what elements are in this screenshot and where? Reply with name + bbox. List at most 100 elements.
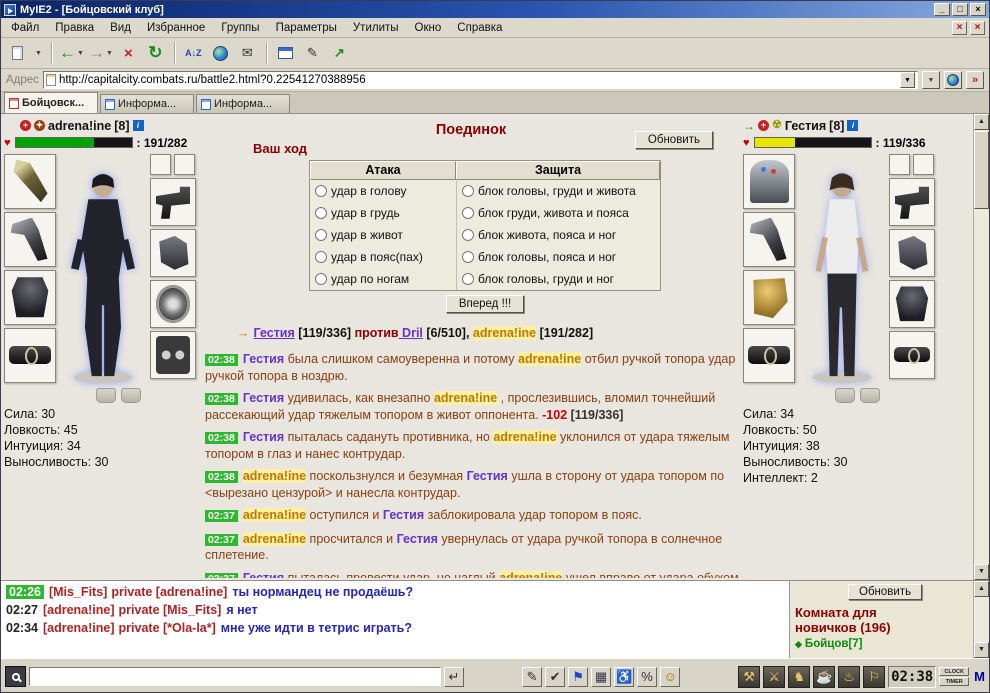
player-link[interactable]: Гестия: [243, 430, 284, 444]
confirm-button[interactable]: ✔: [545, 667, 565, 687]
chat-private[interactable]: private [Mis_Fits]: [119, 603, 222, 617]
flag2-button[interactable]: ⚐: [863, 666, 885, 688]
tab-1[interactable]: Бойцовск...: [4, 92, 98, 113]
player-link[interactable]: adrena!ine: [499, 571, 562, 579]
player-link[interactable]: adrena!ine: [243, 469, 306, 483]
sidebar-scrollbar[interactable]: ▲ ▼: [973, 581, 989, 658]
gauntlet-slot[interactable]: [150, 229, 196, 277]
defense-radio[interactable]: [462, 207, 474, 219]
attack-radio[interactable]: [315, 273, 327, 285]
attack-option[interactable]: удар по ногам: [310, 268, 456, 290]
attack-option[interactable]: удар в живот: [310, 224, 456, 246]
player-link[interactable]: adrena!ine: [518, 352, 581, 366]
address-dropdown[interactable]: ▼: [900, 72, 915, 88]
info-icon[interactable]: i: [133, 120, 144, 131]
player-link[interactable]: adrena!ine: [243, 532, 306, 546]
send-button[interactable]: ↵: [444, 667, 464, 687]
attack-option[interactable]: удар в пояс(пах): [310, 246, 456, 268]
sidebar-scroll-down-button[interactable]: ▼: [974, 642, 989, 658]
player-link[interactable]: adrena!ine: [473, 326, 536, 340]
gold-slot[interactable]: [743, 270, 795, 325]
menu-item[interactable]: Параметры: [268, 20, 345, 36]
player-link[interactable]: Гестия: [397, 532, 438, 546]
player-link[interactable]: adrena!ine: [434, 391, 497, 405]
close-button[interactable]: ×: [970, 3, 986, 16]
flag-button[interactable]: ⚑: [568, 667, 588, 687]
window-list-button[interactable]: [273, 41, 298, 66]
defense-radio[interactable]: [462, 229, 474, 241]
chat-from[interactable]: [adrena!ine]: [43, 603, 115, 617]
gun-slot[interactable]: [150, 178, 196, 226]
minimize-button[interactable]: _: [934, 3, 950, 16]
springs-button[interactable]: ♨: [838, 666, 860, 688]
defense-radio[interactable]: [462, 185, 474, 197]
scroll-up-button[interactable]: ▲: [974, 114, 989, 130]
armor-slot[interactable]: [4, 270, 56, 325]
axe-slot[interactable]: [4, 212, 56, 267]
compose-button[interactable]: ✎: [300, 41, 325, 66]
robot-slot[interactable]: [743, 154, 795, 209]
tab-3[interactable]: Информа...: [196, 94, 290, 113]
timer-button[interactable]: TIMER: [939, 677, 969, 686]
forward-button[interactable]: →▼: [87, 41, 114, 66]
refresh-chat-button[interactable]: Обновить: [848, 584, 922, 600]
player-link[interactable]: Гестия: [467, 469, 508, 483]
edit-message-button[interactable]: ✎: [522, 667, 542, 687]
smiley-button[interactable]: ☺: [660, 667, 680, 687]
tiny-slot[interactable]: [150, 154, 171, 175]
menu-item[interactable]: Утилиты: [345, 20, 407, 36]
right-player-name[interactable]: Гестия: [785, 119, 826, 133]
rings-slot[interactable]: [150, 331, 196, 379]
player-link[interactable]: adrena!ine: [493, 430, 556, 444]
defense-option[interactable]: блок головы, груди и ног: [456, 268, 660, 290]
defense-radio[interactable]: [462, 251, 474, 263]
attack-option[interactable]: удар в грудь: [310, 202, 456, 224]
gun-slot[interactable]: [889, 178, 935, 226]
new-page-button[interactable]: [5, 41, 30, 66]
refresh-battle-button[interactable]: Обновить: [635, 131, 713, 149]
tiny-slot[interactable]: [174, 154, 195, 175]
scroll-down-button[interactable]: ▼: [974, 564, 989, 580]
defense-option[interactable]: блок живота, пояса и ног: [456, 224, 660, 246]
defense-option[interactable]: блок головы, груди и живота: [456, 180, 660, 202]
menu-item[interactable]: Файл: [3, 20, 47, 36]
globe-button[interactable]: [208, 41, 233, 66]
belt-slot[interactable]: [743, 328, 795, 383]
sort-button[interactable]: A↓Z: [181, 41, 206, 66]
gauntlet-slot[interactable]: [889, 229, 935, 277]
close-all-button[interactable]: ×: [970, 21, 985, 35]
menu-item[interactable]: Справка: [449, 20, 510, 36]
fight-button[interactable]: ⚔: [763, 666, 785, 688]
knight-button[interactable]: ♞: [788, 666, 810, 688]
attack-radio[interactable]: [315, 229, 327, 241]
close-tab-button[interactable]: ×: [952, 21, 967, 35]
address-input[interactable]: [59, 73, 900, 87]
go-button[interactable]: »: [966, 71, 984, 89]
info-icon[interactable]: i: [847, 120, 858, 131]
menu-item[interactable]: Вид: [102, 20, 139, 36]
attack-radio[interactable]: [315, 251, 327, 263]
belt-slot[interactable]: [889, 331, 935, 379]
attack-option[interactable]: удар в голову: [310, 180, 456, 202]
forge-button[interactable]: ⚒: [738, 666, 760, 688]
restore-button[interactable]: □: [952, 3, 968, 16]
forward-button-go[interactable]: Вперед !!!: [446, 295, 524, 313]
quick-search-button[interactable]: [944, 71, 962, 89]
sidebar-scroll-up-button[interactable]: ▲: [974, 581, 989, 597]
scroll-thumb[interactable]: [974, 131, 989, 209]
main-scrollbar[interactable]: ▲ ▼: [973, 114, 989, 580]
menu-item[interactable]: Окно: [407, 20, 450, 36]
chat-menu-button[interactable]: [5, 666, 26, 687]
percent-button[interactable]: %: [637, 667, 657, 687]
tavern-button[interactable]: ☕: [813, 666, 835, 688]
tab-2[interactable]: Информа...: [100, 94, 194, 113]
mail-button[interactable]: ✉: [235, 41, 260, 66]
new-page-dropdown[interactable]: ▼: [32, 41, 45, 66]
belt-slot[interactable]: [4, 328, 56, 383]
menu-item[interactable]: Правка: [47, 20, 102, 36]
address-field[interactable]: ▼: [43, 71, 918, 89]
external-browser-button[interactable]: ↗: [327, 41, 352, 66]
defense-radio[interactable]: [462, 273, 474, 285]
player-link[interactable]: Гестия: [254, 326, 295, 340]
accessibility-button[interactable]: ♿: [614, 667, 634, 687]
